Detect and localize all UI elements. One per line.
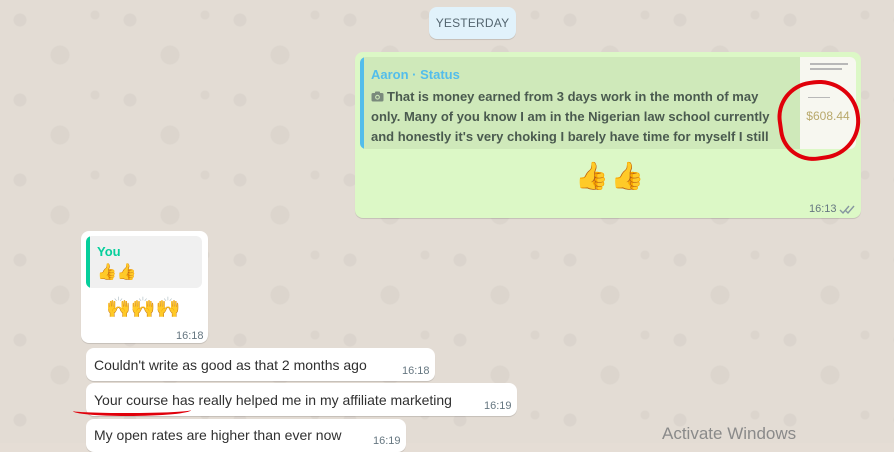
message-text: Couldn't write as good as that 2 months … [94,357,367,373]
quote-accent-bar [360,57,364,149]
message-time: 16:13 [809,203,837,215]
message-emoji: 🙌🙌🙌 [106,297,181,319]
quoted-status-text-container: That is money earned from 3 days work in… [371,87,778,147]
thumb-text-line [810,68,842,70]
quoted-own-message[interactable]: You 👍👍 [86,236,202,288]
message-time: 16:19 [373,435,401,447]
message-emoji: 👍👍 [575,161,647,191]
quoted-author: Aaron · Status [371,67,460,82]
incoming-message-bubble[interactable]: Couldn't write as good as that 2 months … [86,348,435,381]
thumb-text-line [810,63,848,65]
double-check-icon [839,205,855,215]
quote-accent-bar [86,236,90,288]
incoming-message-bubble[interactable]: My open rates are higher than ever now 1… [86,419,406,452]
message-text: My open rates are higher than ever now [94,427,342,443]
quoted-author: You [97,244,121,259]
incoming-message-bubble[interactable]: You 👍👍 🙌🙌🙌 16:18 [81,231,208,343]
message-time: 16:18 [176,330,204,342]
message-time: 16:19 [484,400,512,412]
date-divider: YESTERDAY [429,7,516,39]
camera-icon [371,91,384,102]
message-time: 16:18 [402,365,430,377]
windows-activation-watermark: Activate Windows [662,424,797,443]
quoted-emoji: 👍👍 [97,264,137,281]
quoted-status-text: That is money earned from 3 days work in… [371,89,770,144]
